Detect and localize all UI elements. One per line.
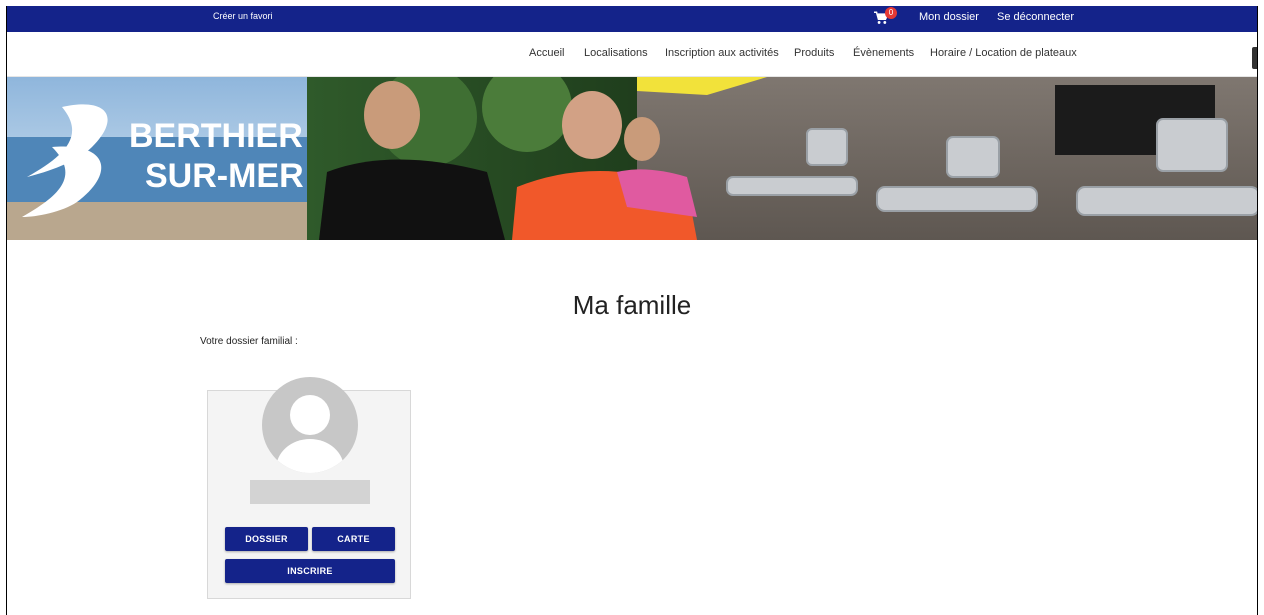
banner-logo-line1: BERTHIER: [129, 117, 303, 155]
cart-count-badge: 0: [885, 7, 897, 19]
nav-item-inscription[interactable]: Inscription aux activités: [665, 47, 779, 59]
nav-item-accueil[interactable]: Accueil: [529, 47, 564, 59]
member-name-placeholder: [250, 480, 370, 504]
banner-image: BERTHIER SUR-MER: [7, 77, 1257, 240]
nav-item-horaire[interactable]: Horaire / Location de plateaux: [930, 47, 1077, 59]
carte-button[interactable]: CARTE: [312, 527, 395, 551]
hero-banner: BERTHIER SUR-MER: [7, 77, 1257, 240]
my-file-link[interactable]: Mon dossier: [919, 11, 979, 23]
dossier-button[interactable]: DOSSIER: [225, 527, 308, 551]
page-frame: Créer un favori 0 Mon dossier Se déconne…: [6, 6, 1258, 615]
inscrire-button[interactable]: INSCRIRE: [225, 559, 395, 583]
banner-logo-line2: SUR-MER: [145, 157, 304, 195]
nav-item-produits[interactable]: Produits: [794, 47, 834, 59]
avatar-placeholder-icon: [276, 395, 344, 473]
family-member-card: DOSSIER CARTE INSCRIRE: [207, 377, 411, 599]
nav-item-localisations[interactable]: Localisations: [584, 47, 648, 59]
nav-item-evenements[interactable]: Évènements: [853, 47, 914, 59]
avatar: [262, 377, 358, 473]
cart-button[interactable]: 0: [873, 7, 897, 29]
page-title: Ma famille: [572, 290, 692, 320]
side-tab-handle[interactable]: [1252, 47, 1257, 69]
top-bar: Créer un favori 0 Mon dossier Se déconne…: [7, 6, 1257, 32]
logout-link[interactable]: Se déconnecter: [997, 11, 1074, 23]
create-favorite-link[interactable]: Créer un favori: [213, 11, 273, 21]
main-nav: Accueil Localisations Inscription aux ac…: [7, 32, 1257, 77]
family-file-label: Votre dossier familial :: [200, 336, 298, 347]
